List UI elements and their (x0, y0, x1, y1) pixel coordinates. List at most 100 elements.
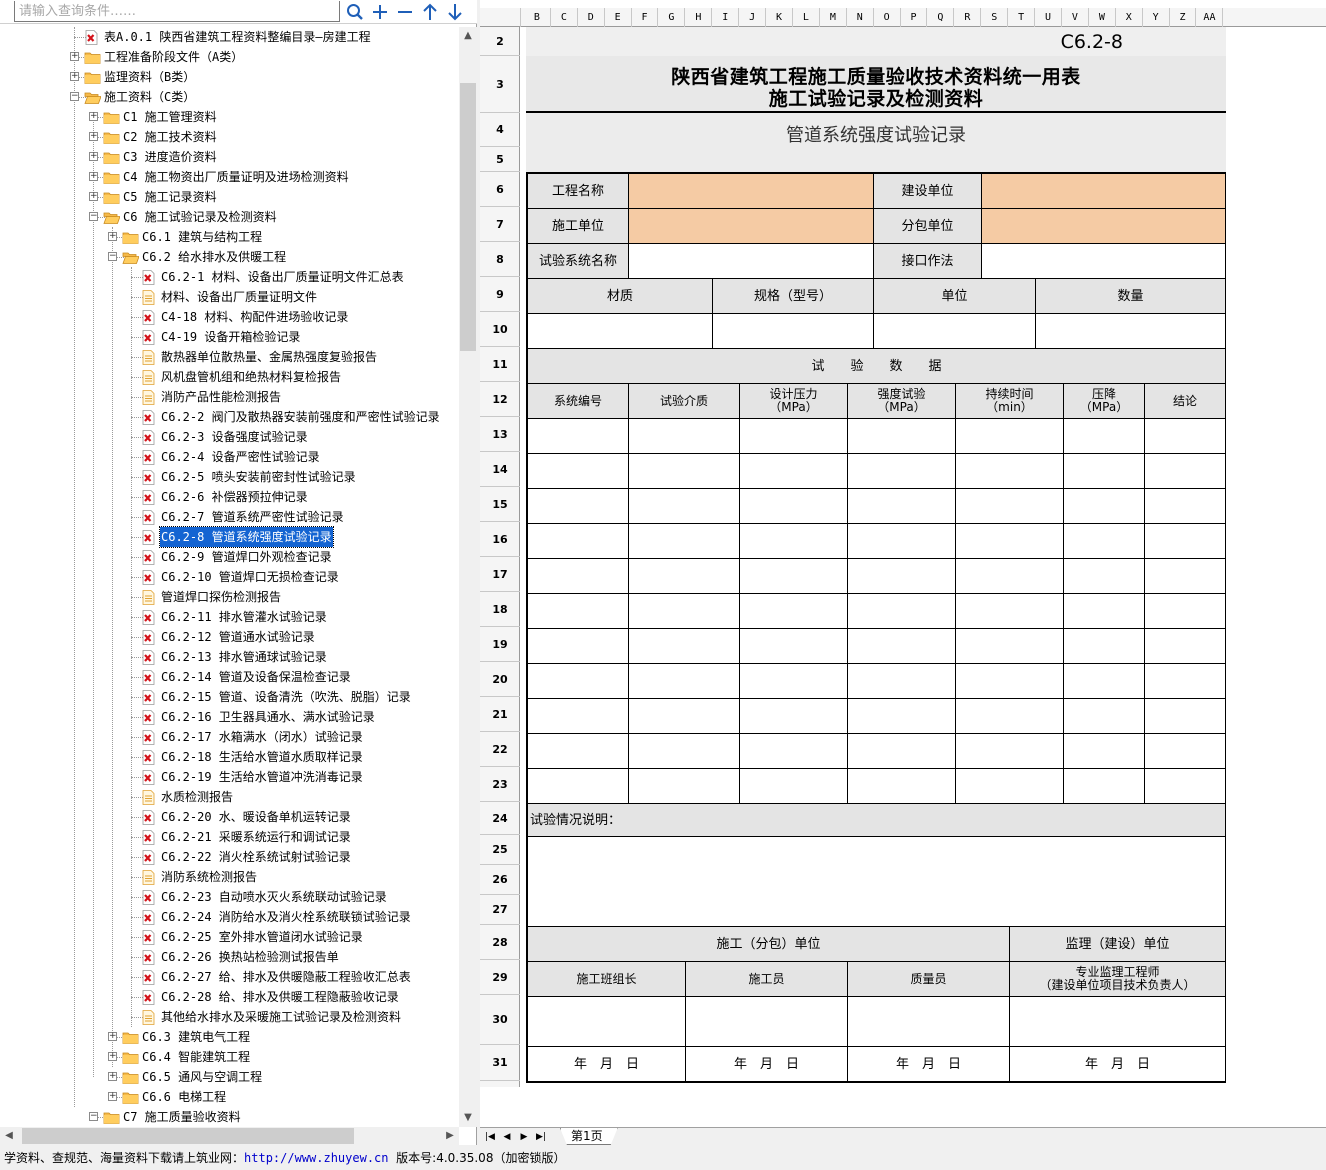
column-header[interactable]: H (685, 8, 713, 27)
tree-item[interactable]: C6.2-16 卫生器具通水、满水试验记录 (0, 707, 459, 727)
row-header[interactable]: 4 (480, 113, 520, 147)
column-header[interactable]: V (1062, 8, 1089, 27)
date-cell[interactable]: 年 月 日 (686, 1047, 848, 1082)
test-data-cell[interactable] (956, 454, 1064, 489)
column-header[interactable]: I (712, 8, 740, 27)
test-data-cell[interactable] (1064, 594, 1145, 629)
test-data-cell[interactable] (629, 419, 740, 454)
expand-icon[interactable]: + (108, 1032, 117, 1041)
column-header[interactable]: L (793, 8, 820, 27)
tree-item[interactable]: C6.2-26 换热站检验测试报告单 (0, 947, 459, 967)
test-data-cell[interactable] (1145, 699, 1226, 734)
test-data-cell[interactable] (1145, 559, 1226, 594)
test-data-cell[interactable] (528, 524, 629, 559)
row-header[interactable]: 15 (480, 487, 520, 522)
test-data-cell[interactable] (1064, 559, 1145, 594)
signature-cell[interactable] (1010, 997, 1226, 1047)
scroll-down-arrow-icon[interactable]: ▼ (459, 1109, 477, 1127)
test-data-cell[interactable] (740, 559, 848, 594)
column-header[interactable]: G (659, 8, 686, 27)
subcontractor-input[interactable] (982, 209, 1226, 244)
tree-item[interactable]: C6.2-4 设备严密性试验记录 (0, 447, 459, 467)
tree-item[interactable]: + C6.4 智能建筑工程 (0, 1047, 459, 1067)
tree-item[interactable]: 表A.0.1 陕西省建筑工程资料整编目录—房建工程 (0, 27, 459, 47)
tree-item[interactable]: C6.2-10 管道焊口无损检查记录 (0, 567, 459, 587)
test-data-cell[interactable] (1145, 664, 1226, 699)
test-data-cell[interactable] (848, 594, 956, 629)
signature-cell[interactable] (528, 997, 686, 1047)
column-header[interactable]: N (847, 8, 874, 27)
tree-item[interactable]: + C6.1 建筑与结构工程 (0, 227, 459, 247)
column-header[interactable]: C (551, 8, 578, 27)
tree-item[interactable]: 管道焊口探伤检测报告 (0, 587, 459, 607)
tree-item[interactable]: 风机盘管机组和绝热材料复检报告 (0, 367, 459, 387)
column-header[interactable]: Y (1143, 8, 1170, 27)
tree-item[interactable]: + C3 进度造价资料 (0, 147, 459, 167)
test-data-cell[interactable] (528, 419, 629, 454)
test-data-cell[interactable] (848, 419, 956, 454)
arrow-up-icon[interactable] (418, 0, 442, 24)
tree-item[interactable]: C4-19 设备开箱检验记录 (0, 327, 459, 347)
expand-icon[interactable]: + (70, 72, 79, 81)
row-header[interactable]: 20 (480, 662, 520, 697)
material-input[interactable] (528, 314, 713, 349)
expand-icon[interactable]: + (70, 52, 79, 61)
plus-icon[interactable] (368, 0, 392, 24)
test-data-cell[interactable] (956, 559, 1064, 594)
test-data-cell[interactable] (848, 454, 956, 489)
test-data-cell[interactable] (528, 454, 629, 489)
test-data-cell[interactable] (848, 524, 956, 559)
test-data-cell[interactable] (740, 629, 848, 664)
test-data-cell[interactable] (956, 419, 1064, 454)
test-data-cell[interactable] (1145, 769, 1226, 804)
date-cell[interactable]: 年 月 日 (1010, 1047, 1226, 1082)
row-header[interactable]: 31 (480, 1045, 520, 1081)
column-header[interactable]: X (1116, 8, 1143, 27)
prev-sheet-icon[interactable]: ◀ (499, 1130, 515, 1144)
test-data-cell[interactable] (740, 419, 848, 454)
tree-item[interactable]: C6.2-1 材料、设备出厂质量证明文件汇总表 (0, 267, 459, 287)
project-name-input[interactable] (629, 174, 874, 209)
tree-item[interactable]: C6.2-27 给、排水及供暖隐蔽工程验收汇总表 (0, 967, 459, 987)
test-data-cell[interactable] (740, 489, 848, 524)
test-data-cell[interactable] (740, 594, 848, 629)
collapse-icon[interactable]: − (89, 1112, 98, 1121)
test-data-cell[interactable] (528, 769, 629, 804)
tree-item[interactable]: C6.2-9 管道焊口外观检查记录 (0, 547, 459, 567)
test-data-cell[interactable] (1064, 664, 1145, 699)
joint-method-input[interactable] (982, 244, 1226, 279)
test-data-cell[interactable] (1145, 419, 1226, 454)
test-data-cell[interactable] (528, 489, 629, 524)
date-cell[interactable]: 年 月 日 (848, 1047, 1010, 1082)
test-data-cell[interactable] (629, 489, 740, 524)
test-data-cell[interactable] (629, 454, 740, 489)
search-input[interactable] (14, 1, 340, 22)
tree-item[interactable]: C6.2-13 排水管通球试验记录 (0, 647, 459, 667)
row-header[interactable]: 17 (480, 557, 520, 592)
tree-item[interactable]: C6.2-6 补偿器预拉伸记录 (0, 487, 459, 507)
test-data-cell[interactable] (956, 699, 1064, 734)
collapse-icon[interactable]: − (108, 252, 117, 261)
column-header[interactable]: AA (1197, 8, 1224, 27)
quantity-input[interactable] (1036, 314, 1226, 349)
test-data-cell[interactable] (1064, 769, 1145, 804)
test-data-cell[interactable] (956, 524, 1064, 559)
test-data-cell[interactable] (629, 559, 740, 594)
tree-item[interactable]: − C6 施工试验记录及检测资料 (0, 207, 459, 227)
signature-cell[interactable] (848, 997, 1010, 1047)
expand-icon[interactable]: + (89, 172, 98, 181)
scroll-thumb-horizontal[interactable] (22, 1128, 354, 1144)
date-cell[interactable]: 年 月 日 (528, 1047, 686, 1082)
column-header[interactable]: U (1035, 8, 1062, 27)
tree-item[interactable]: C6.2-17 水箱满水（闭水）试验记录 (0, 727, 459, 747)
test-data-cell[interactable] (1145, 489, 1226, 524)
row-header[interactable]: 11 (480, 347, 520, 382)
tree-item[interactable]: C6.2-22 消火栓系统试射试验记录 (0, 847, 459, 867)
test-data-cell[interactable] (848, 699, 956, 734)
row-header[interactable]: 3 (480, 56, 520, 113)
tree-item[interactable]: + C5 施工记录资料 (0, 187, 459, 207)
spec-input[interactable] (713, 314, 874, 349)
sheet-corner[interactable] (480, 8, 521, 27)
search-icon[interactable] (343, 0, 367, 24)
test-data-cell[interactable] (629, 524, 740, 559)
